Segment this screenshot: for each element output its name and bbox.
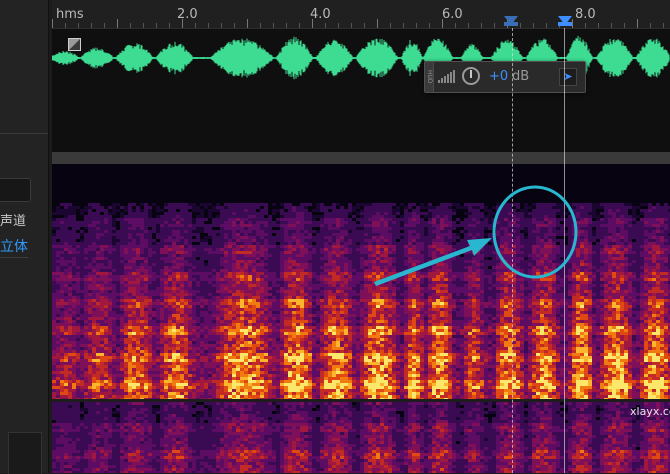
channel-value-link[interactable]: 立体: [0, 236, 28, 256]
panel-input-field[interactable]: [0, 178, 31, 202]
channel-label: 声道: [0, 210, 26, 229]
highlight-circle: [494, 187, 576, 277]
watermark-domain: xlayx.com: [630, 405, 670, 418]
waveform-editor[interactable]: hms 2.0 4.0 6.0 8.0 HUD +0 dB ➤: [52, 0, 670, 473]
annotation-arrow: [374, 238, 492, 286]
panel-box: [8, 432, 42, 474]
left-properties-panel: 声道 立体: [0, 0, 49, 473]
panel-separator: [0, 257, 28, 258]
panel-separator: [0, 133, 48, 134]
annotation-overlay: [52, 0, 670, 473]
